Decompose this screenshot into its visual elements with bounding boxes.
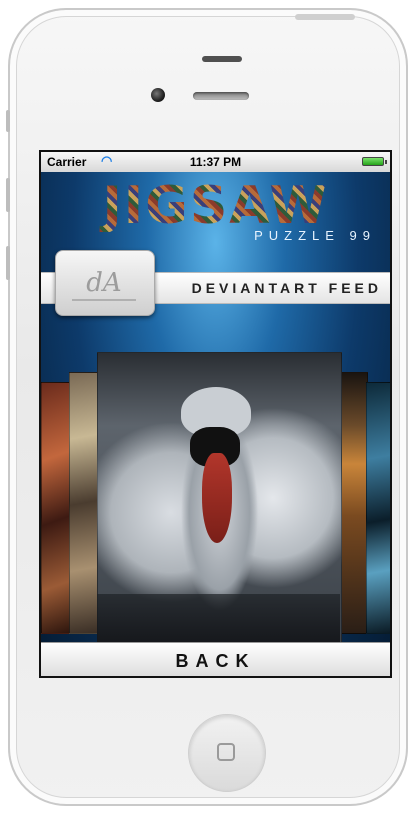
status-time: 11:37 PM	[189, 155, 242, 169]
coverflow-item-right-outer[interactable]	[366, 382, 390, 634]
volume-up-button	[6, 178, 10, 212]
home-button[interactable]	[188, 714, 266, 792]
deviantart-button[interactable]: dA	[55, 250, 155, 316]
coverflow-item-left-outer[interactable]	[41, 382, 71, 634]
deviantart-logo-icon: dA	[72, 267, 136, 301]
back-button[interactable]: BACK	[41, 642, 390, 676]
status-bar: Carrier ◠ 11:37 PM	[41, 152, 390, 172]
main-content: JIGSAW PUZZLE 99 DEVIANTART FEED dA	[41, 172, 390, 662]
app-screen: Carrier ◠ 11:37 PM JIGSAW PUZZLE 99 DEVI…	[39, 150, 392, 678]
back-button-label: BACK	[175, 651, 256, 671]
home-square-icon	[217, 743, 235, 761]
coverflow-item-right-inner[interactable]	[338, 372, 368, 634]
battery-icon	[362, 157, 387, 166]
coverflow-item-left-inner[interactable]	[69, 372, 99, 634]
coverflow-reflection	[97, 594, 340, 642]
jigsaw-logo: JIGSAW	[41, 180, 390, 232]
earpiece-slot	[202, 56, 242, 62]
volume-down-button	[6, 246, 10, 280]
mute-switch	[6, 110, 10, 132]
front-camera	[151, 88, 165, 102]
feed-title: DEVIANTART FEED	[191, 280, 382, 296]
puzzle-subtitle: PUZZLE 99	[254, 228, 376, 243]
swan-beak	[202, 453, 232, 543]
speaker-grille	[193, 92, 249, 100]
power-button	[295, 14, 355, 20]
